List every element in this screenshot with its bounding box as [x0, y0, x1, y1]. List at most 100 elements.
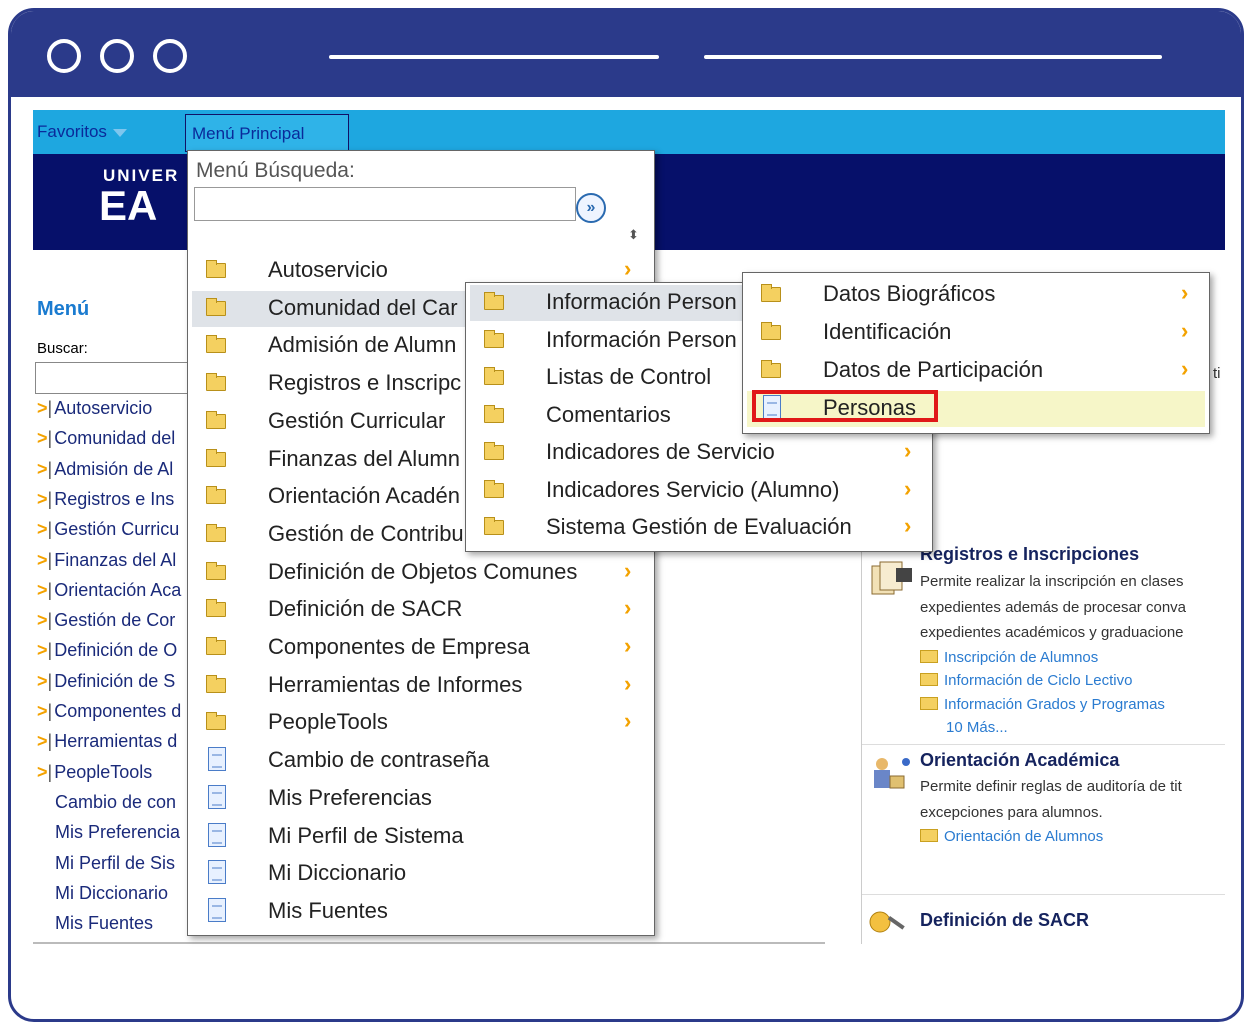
submenu-item[interactable]: Indicadores de Servicio ›: [470, 435, 928, 471]
submenu-item-label: Identificación: [823, 319, 952, 344]
menu-item-label: Herramientas de Informes: [268, 671, 523, 697]
menu-item-label: Cambio de contraseña: [268, 747, 490, 773]
registros-desc-1: Permite realizar la inscripción en clase…: [920, 573, 1184, 590]
orientacion-desc-2: excepciones para alumnos.: [920, 804, 1103, 821]
folder-icon: [920, 650, 938, 663]
menu-search-input[interactable]: [194, 187, 576, 221]
submenu-item[interactable]: Datos de Participación ›: [747, 353, 1205, 389]
link-label: Inscripción de Alumnos: [944, 649, 1099, 666]
left-nav-item[interactable]: >| Gestión de Cor: [37, 610, 175, 631]
left-nav-item[interactable]: Mi Perfil de Sis: [55, 853, 175, 874]
page-icon: [208, 747, 226, 772]
link-label: Orientación de Alumnos: [944, 828, 1104, 845]
submenu-item[interactable]: Información Person: [470, 285, 742, 321]
chevron-right-icon: >: [37, 610, 48, 631]
left-nav-label: Definición de S: [54, 670, 176, 691]
left-nav-item[interactable]: >| Herramientas d: [37, 731, 177, 752]
link-label: Información de Ciclo Lectivo: [944, 672, 1133, 689]
nav-separator: |: [47, 428, 53, 449]
registros-more-link[interactable]: 10 Más...: [946, 719, 1008, 736]
page-icon: [208, 784, 226, 809]
left-nav-label: Finanzas del Al: [54, 549, 177, 570]
folder-icon: [206, 486, 226, 505]
menu-item[interactable]: Mi Diccionario: [192, 856, 650, 892]
link-label: Información Grados y Programas: [944, 696, 1165, 713]
submenu-item[interactable]: Identificación ›: [747, 315, 1205, 351]
submenu-item-label: Datos de Participación: [823, 357, 1044, 382]
chevron-right-icon: ›: [904, 438, 912, 463]
nav-separator: |: [47, 398, 53, 418]
left-nav-item[interactable]: >| Gestión Curricu: [37, 519, 179, 540]
registros-title[interactable]: Registros e Inscripciones: [920, 544, 1139, 565]
left-nav-item[interactable]: >| Registros e Ins: [37, 489, 174, 510]
left-nav-item[interactable]: >| Definición de O: [37, 640, 177, 661]
sacr-title[interactable]: Definición de SACR: [920, 910, 1089, 931]
menu-item[interactable]: Cambio de contraseña: [192, 743, 650, 779]
menu-item-label: Orientación Acadén: [268, 483, 461, 509]
submenu-item[interactable]: Indicadores Servicio (Alumno) ›: [470, 473, 928, 509]
submenu-item-label: Indicadores de Servicio: [546, 439, 775, 464]
nav-separator: |: [47, 640, 53, 661]
nav-separator: |: [47, 549, 53, 570]
menu-item[interactable]: Definición de Objetos Comunes ›: [192, 555, 650, 591]
menu-item[interactable]: Mis Preferencias: [192, 781, 650, 817]
link-inscripcion-alumnos[interactable]: Inscripción de Alumnos: [920, 649, 1098, 666]
chevron-right-icon: ›: [624, 595, 632, 621]
folder-icon: [206, 561, 226, 580]
menu-item-label: Registros e Inscripc: [268, 370, 462, 396]
search-go-button[interactable]: »: [576, 193, 606, 223]
orientacion-title[interactable]: Orientación Académica: [920, 750, 1119, 771]
favoritos-menu[interactable]: Favoritos: [37, 122, 127, 142]
submenu-item[interactable]: Datos Biográficos ›: [747, 277, 1205, 313]
left-nav-item[interactable]: >| Definición de S: [37, 671, 175, 692]
submenu-item[interactable]: Sistema Gestión de Evaluación ›: [470, 510, 928, 546]
menu-search-label: Menú Búsqueda:: [196, 159, 355, 182]
menu-item[interactable]: Definición de SACR ›: [192, 592, 650, 628]
menu-item[interactable]: Comunidad del Car: [192, 290, 468, 327]
registros-desc-2: expedientes además de procesar conva: [920, 599, 1187, 616]
left-nav-item[interactable]: >| Admisión de Al: [37, 459, 173, 480]
left-nav-item[interactable]: Mis Fuentes: [55, 913, 153, 934]
folder-icon: [920, 829, 938, 842]
chevron-right-icon: >: [37, 458, 48, 479]
link-grados-programas[interactable]: Información Grados y Programas: [920, 696, 1165, 713]
menu-item[interactable]: Herramientas de Informes ›: [192, 668, 650, 704]
link-orientacion-alumnos[interactable]: Orientación de Alumnos: [920, 828, 1103, 845]
left-nav-item[interactable]: >| PeopleTools: [37, 762, 152, 783]
submenu-item-label: Información Person: [546, 326, 737, 352]
chevron-right-icon: ›: [624, 708, 632, 734]
folder-icon: [484, 367, 504, 385]
link-ciclo-lectivo[interactable]: Información de Ciclo Lectivo: [920, 672, 1132, 689]
left-nav-item[interactable]: Cambio de con: [55, 792, 176, 813]
scroll-indicator-icon[interactable]: ⬍: [628, 227, 639, 243]
chevron-right-icon: >: [37, 579, 48, 600]
buscar-input[interactable]: [35, 362, 195, 394]
left-nav-item[interactable]: >| Finanzas del Al: [37, 550, 176, 571]
chevron-right-icon: ›: [904, 513, 912, 538]
left-nav-item[interactable]: >| Componentes d: [37, 701, 181, 722]
chevron-right-icon: >: [37, 761, 48, 782]
folder-icon: [920, 697, 938, 710]
menu-item[interactable]: Componentes de Empresa ›: [192, 630, 650, 666]
nav-separator: |: [47, 610, 53, 631]
menu-item[interactable]: Mis Fuentes: [192, 894, 650, 930]
menu-item[interactable]: Mi Perfil de Sistema: [192, 819, 650, 855]
content-bottom-line: [33, 942, 825, 944]
menu-item-label: Mi Perfil de Sistema: [268, 822, 464, 848]
left-nav-label: Autoservicio: [54, 398, 153, 418]
left-nav-item[interactable]: Mi Diccionario: [55, 883, 168, 904]
titlebar-line-2: [704, 55, 1162, 59]
menu-item[interactable]: PeopleTools ›: [192, 705, 650, 741]
sacr-icon: [869, 911, 905, 933]
submenu-item-label: Datos Biográficos: [823, 281, 996, 306]
menu-principal-button[interactable]: Menú Principal: [185, 114, 349, 152]
left-nav-item[interactable]: >| Orientación Aca: [37, 580, 181, 601]
folder-icon: [206, 712, 226, 731]
left-nav-label: Definición de O: [54, 640, 178, 661]
left-nav-item[interactable]: >| Comunidad del: [37, 428, 175, 449]
left-nav-item[interactable]: >| Autoservicio: [37, 398, 152, 419]
panel-divider: [862, 744, 1225, 745]
nav-separator: |: [47, 731, 53, 752]
left-nav-label: Herramientas d: [54, 731, 178, 752]
left-nav-item[interactable]: Mis Preferencia: [55, 822, 180, 843]
